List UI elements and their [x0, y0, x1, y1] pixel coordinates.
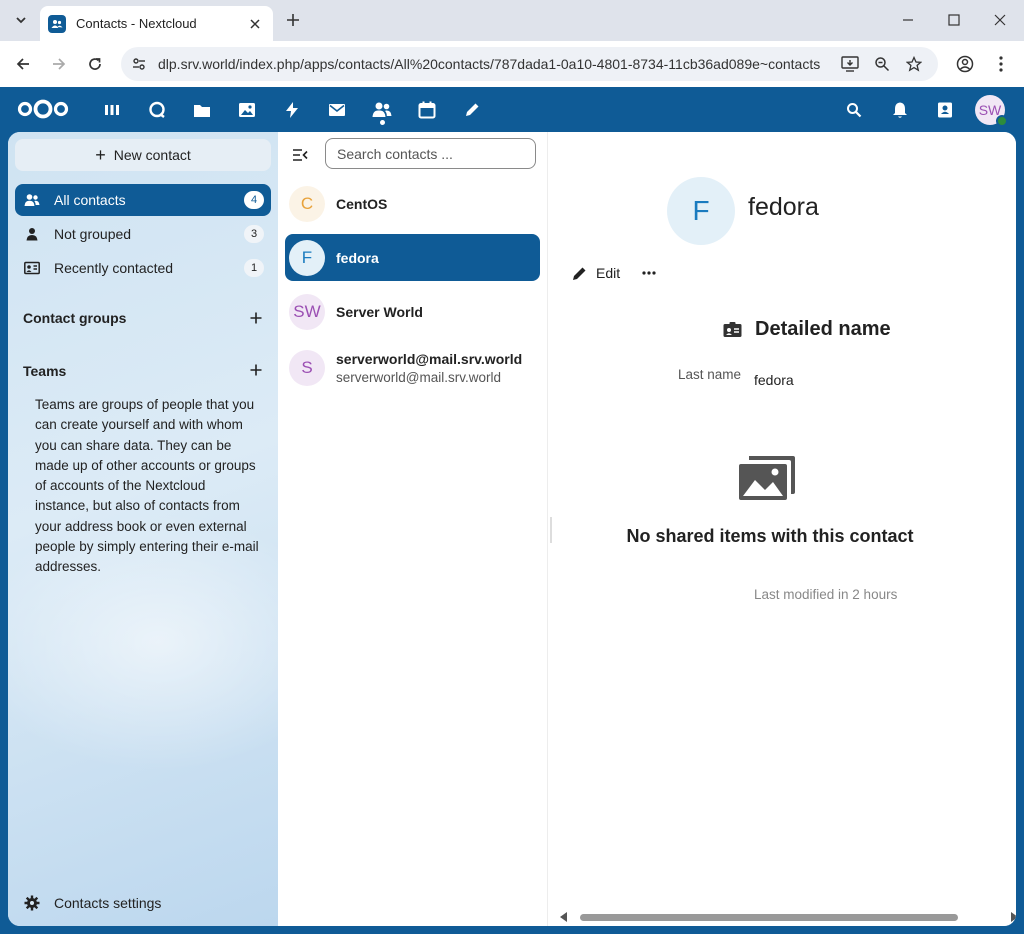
nextcloud-header	[0, 87, 1024, 132]
plus-icon: +	[95, 145, 106, 165]
contact-name: CentOS	[336, 196, 388, 212]
last-name-value[interactable]: fedora	[754, 372, 794, 388]
contact-name: fedora	[336, 249, 379, 266]
contact-list-item[interactable]: S serverworld@mail.srv.world serverworld…	[285, 342, 540, 394]
add-contact-group-plus-icon[interactable]	[246, 308, 266, 328]
contact-email: serverworld@mail.srv.world	[336, 370, 501, 385]
contact-card-icon	[24, 260, 40, 276]
edit-label: Edit	[596, 265, 621, 281]
count-badge: 3	[244, 225, 264, 243]
teams-description: Teams are groups of people that you can …	[35, 397, 259, 575]
activity-icon[interactable]	[281, 99, 303, 121]
more-actions-icon[interactable]	[638, 260, 660, 286]
contact-groups-heading: Contact groups	[23, 310, 127, 326]
browser-toolbar: dlp.srv.world/index.php/apps/contacts/Al…	[0, 41, 1024, 87]
contact-details: F fedora Edit Detailed name Last name fe…	[548, 132, 1016, 926]
last-name-label: Last name	[677, 367, 741, 382]
contacts-favicon-icon	[48, 14, 66, 33]
pencil-icon	[570, 264, 588, 282]
online-status-indicator	[996, 115, 1008, 127]
calendar-icon[interactable]	[416, 99, 438, 121]
contact-avatar: SW	[289, 294, 325, 330]
nextcloud-logo-icon[interactable]	[16, 97, 70, 121]
dashboard-icon[interactable]	[101, 99, 123, 121]
minimize-icon[interactable]	[897, 10, 919, 30]
contact-card-icon	[722, 320, 742, 340]
contacts-settings-button[interactable]: Contacts settings	[15, 888, 271, 918]
address-bar[interactable]: dlp.srv.world/index.php/apps/contacts/Al…	[121, 47, 938, 81]
notes-icon[interactable]	[461, 99, 483, 121]
contact-list-item[interactable]: C CentOS	[285, 182, 540, 226]
browser-tabbar: Contacts - Nextcloud	[0, 0, 1024, 41]
mail-icon[interactable]	[326, 99, 348, 121]
url-text: dlp.srv.world/index.php/apps/contacts/Al…	[158, 56, 821, 72]
sidebar-item-not-grouped[interactable]: Not grouped 3	[15, 218, 271, 250]
contacts-list-column: C CentOS F fedora SW Server World S serv…	[278, 132, 548, 926]
files-icon[interactable]	[191, 99, 213, 121]
contact-list-item-selected[interactable]: F fedora	[285, 234, 540, 281]
count-badge: 4	[244, 191, 264, 209]
sidebar-item-all-contacts[interactable]: All contacts 4	[15, 184, 271, 216]
site-info-icon[interactable]	[129, 54, 149, 74]
scroll-right-arrow-icon	[1011, 912, 1016, 922]
shared-items-empty-icon	[737, 452, 799, 508]
bookmark-star-icon[interactable]	[904, 54, 924, 74]
tab-title: Contacts - Nextcloud	[76, 16, 197, 31]
back-arrow-icon[interactable]	[12, 53, 34, 75]
contacts-menu-icon[interactable]	[934, 99, 956, 121]
new-tab-plus-icon[interactable]	[283, 10, 303, 30]
contact-avatar: C	[289, 186, 325, 222]
active-app-indicator	[380, 120, 385, 125]
contact-name: Server World	[336, 304, 423, 320]
detailed-name-title: Detailed name	[755, 318, 891, 340]
browser-menu-icon[interactable]	[990, 53, 1012, 75]
contact-name: serverworld@mail.srv.world	[336, 351, 523, 367]
zoom-icon[interactable]	[872, 54, 892, 74]
scroll-left-arrow-icon	[560, 912, 567, 922]
maximize-icon[interactable]	[943, 10, 965, 30]
last-modified-text: Last modified in 2 hours	[754, 587, 898, 602]
contact-detail-avatar[interactable]: F	[667, 177, 735, 245]
sidebar-item-label: All contacts	[54, 192, 126, 208]
horizontal-scrollbar[interactable]	[558, 910, 1016, 924]
search-icon[interactable]	[843, 99, 865, 121]
contact-detail-name: fedora	[748, 193, 819, 221]
new-contact-button[interactable]: + New contact	[15, 139, 271, 171]
sidebar-item-label: Not grouped	[54, 226, 132, 242]
count-badge: 1	[244, 259, 264, 277]
notifications-bell-icon[interactable]	[889, 99, 911, 121]
detailed-name-heading: Detailed name	[722, 318, 891, 341]
search-contacts-input[interactable]	[325, 138, 536, 169]
close-tab-icon[interactable]	[245, 14, 265, 34]
tab-search-button[interactable]	[9, 8, 33, 32]
sidebar-item-label: Recently contacted	[54, 260, 174, 276]
edit-button[interactable]: Edit	[570, 260, 620, 286]
chevron-down-icon	[16, 17, 26, 24]
app-navigation: + New contact All contacts 4 Not grouped…	[8, 132, 348, 926]
close-window-icon[interactable]	[989, 10, 1011, 30]
person-icon	[24, 226, 40, 242]
add-team-plus-icon[interactable]	[246, 360, 266, 380]
contacts-icon[interactable]	[371, 99, 393, 121]
gear-icon	[24, 895, 40, 911]
contact-avatar: S	[289, 350, 325, 386]
sidebar-item-recently-contacted[interactable]: Recently contacted 1	[15, 252, 271, 284]
contacts-icon	[24, 192, 40, 208]
settings-label: Contacts settings	[54, 895, 162, 911]
install-app-icon[interactable]	[840, 54, 860, 74]
scrollbar-thumb[interactable]	[580, 914, 958, 921]
browser-tab[interactable]: Contacts - Nextcloud	[40, 6, 273, 41]
contact-avatar: F	[289, 239, 325, 276]
contacts-app: + New contact All contacts 4 Not grouped…	[8, 132, 1016, 926]
teams-heading: Teams	[23, 363, 67, 379]
toggle-navigation-icon[interactable]	[290, 145, 310, 165]
new-contact-label: New contact	[113, 147, 191, 163]
profile-icon[interactable]	[954, 53, 976, 75]
reload-icon[interactable]	[84, 53, 106, 75]
photos-icon[interactable]	[236, 99, 258, 121]
forward-arrow-icon[interactable]	[48, 53, 70, 75]
empty-shared-items-text: No shared items with this contact	[626, 526, 914, 546]
talk-icon[interactable]	[146, 99, 168, 121]
contact-list-item[interactable]: SW Server World	[285, 290, 540, 334]
